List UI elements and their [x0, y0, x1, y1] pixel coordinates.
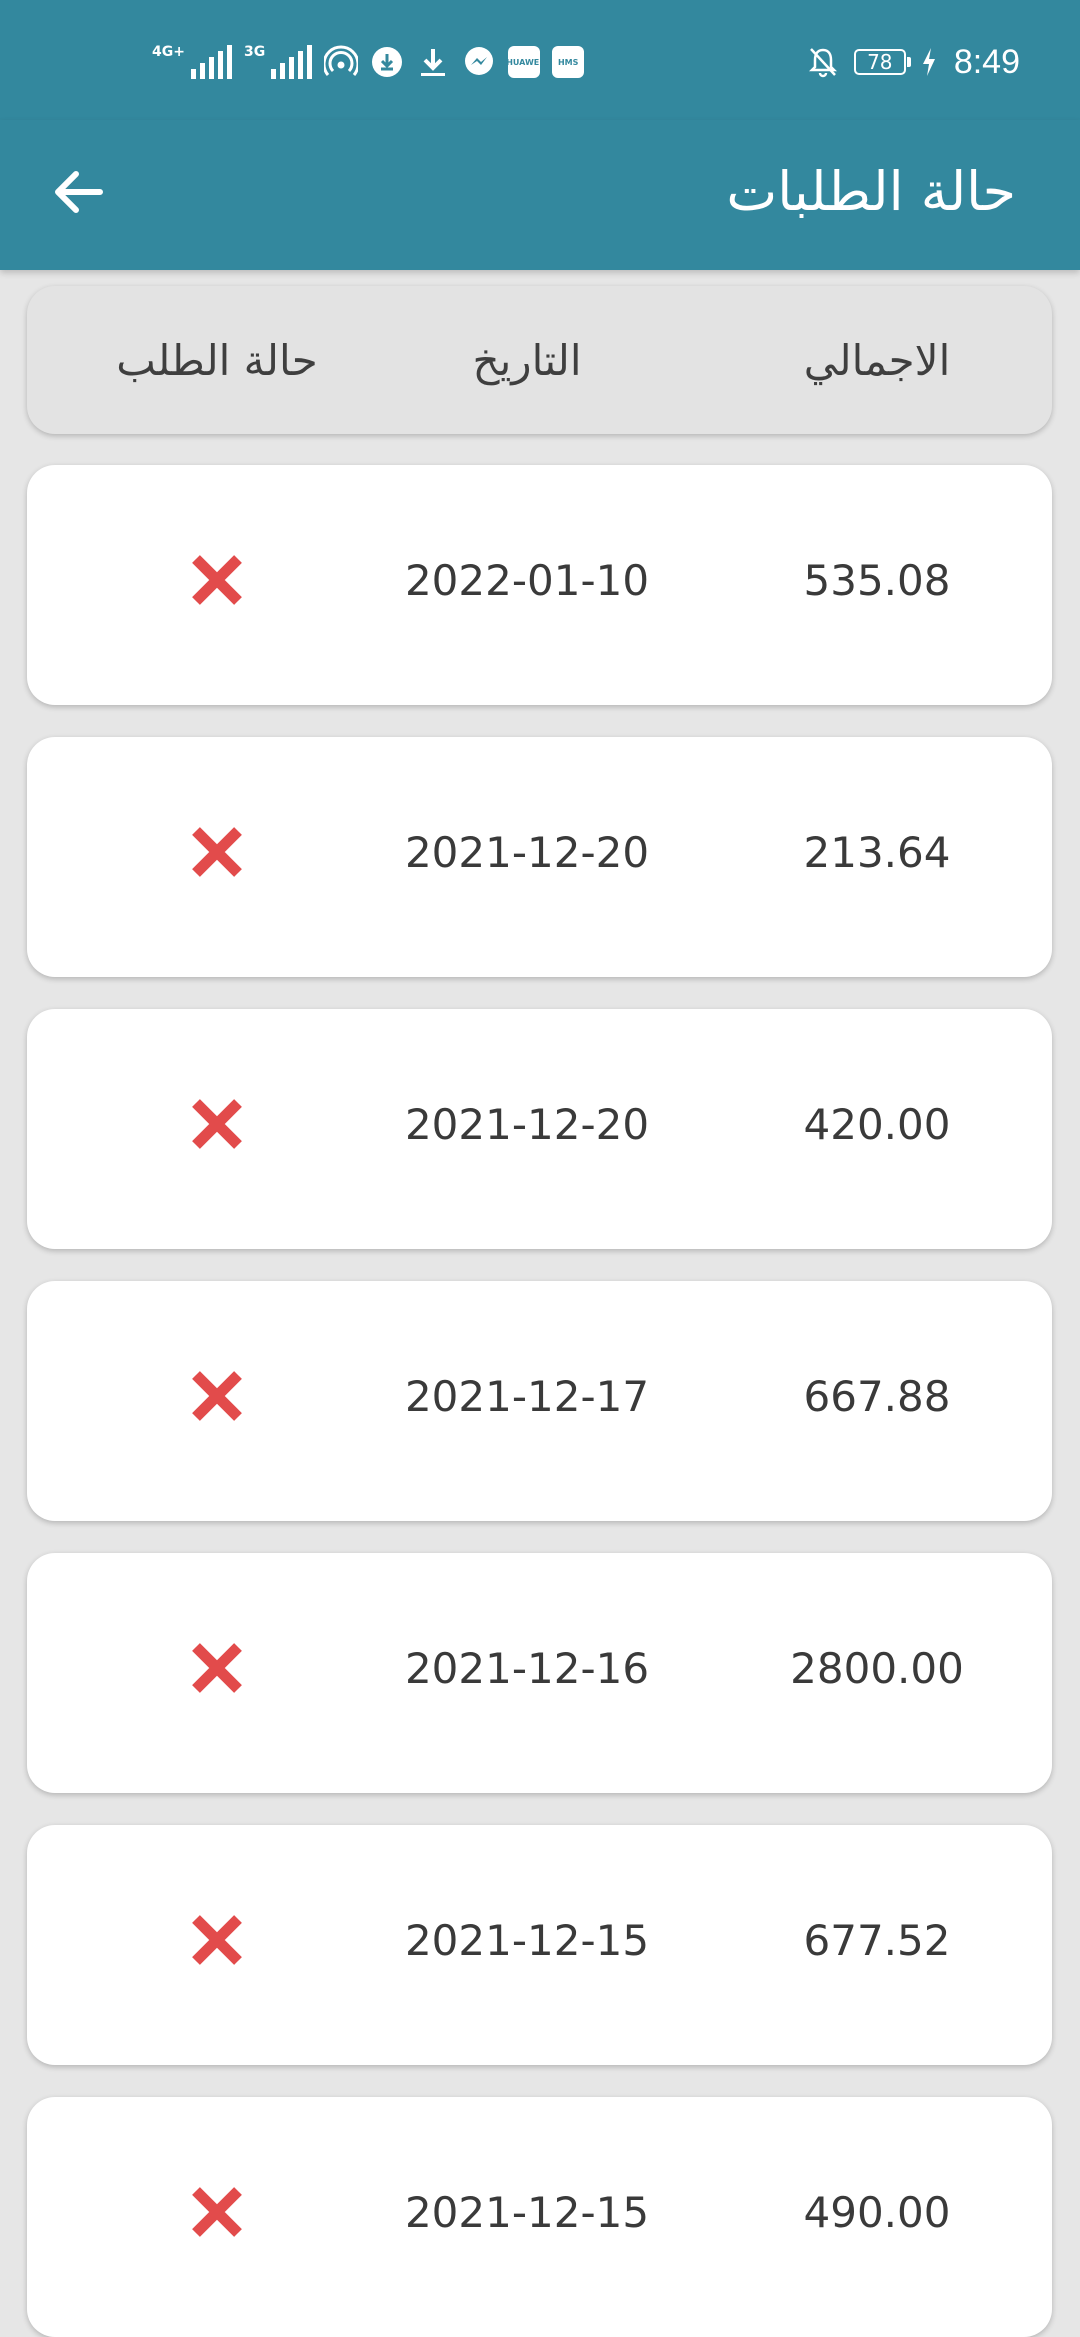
- cancelled-x-icon: [192, 555, 242, 605]
- order-total: 420.00: [803, 1099, 951, 1149]
- signal-icon: 3G: [243, 44, 313, 79]
- order-row[interactable]: 490.00 2021-12-15: [27, 2097, 1052, 2337]
- status-icons-right: 78 8:49: [806, 38, 1020, 86]
- status-icons-left: 4G+ 3G HUAWEI HMS: [152, 38, 585, 86]
- order-date: 2021-12-20: [404, 1099, 650, 1149]
- status-bar: 4G+ 3G HUAWEI HMS 78 8:49: [0, 0, 1080, 120]
- order-status: [47, 1009, 387, 1249]
- order-total: 2800.00: [790, 1643, 964, 1693]
- order-total: 535.08: [803, 555, 951, 605]
- hms-icon: HMS: [552, 46, 585, 78]
- order-row[interactable]: 2800.00 2021-12-16: [27, 1553, 1052, 1793]
- bell-off-icon: [806, 45, 840, 79]
- order-date: 2021-12-16: [404, 1643, 650, 1693]
- network-type-label: 4G+: [152, 44, 185, 60]
- download-icon: [416, 45, 450, 79]
- order-row[interactable]: 677.52 2021-12-15: [27, 1825, 1052, 2065]
- header-date: التاريخ: [472, 335, 582, 385]
- cancelled-x-icon: [192, 1371, 242, 1421]
- cancelled-x-icon: [192, 827, 242, 877]
- header-total: الاجمالي: [803, 335, 951, 385]
- order-row[interactable]: 420.00 2021-12-20: [27, 1009, 1052, 1249]
- order-date: 2021-12-20: [404, 827, 650, 877]
- table-header: الاجمالي التاريخ حالة الطلب: [27, 286, 1052, 434]
- huawei-icon: HUAWEI: [506, 46, 542, 78]
- order-row[interactable]: 213.64 2021-12-20: [27, 737, 1052, 977]
- order-total: 677.52: [803, 1915, 951, 1965]
- download-manager-icon: [370, 45, 404, 79]
- order-row[interactable]: 535.08 2022-01-10: [27, 465, 1052, 705]
- header-status: حالة الطلب: [116, 335, 318, 385]
- battery-icon: 78: [853, 49, 911, 75]
- order-total: 667.88: [803, 1371, 951, 1421]
- messenger-icon: [462, 45, 496, 79]
- order-date: 2022-01-10: [404, 555, 650, 605]
- order-status: [47, 465, 387, 705]
- order-status: [47, 1553, 387, 1793]
- order-total: 213.64: [803, 827, 951, 877]
- charging-icon: [920, 45, 938, 79]
- cancelled-x-icon: [192, 1915, 242, 1965]
- order-status: [47, 1281, 387, 1521]
- network-type-label: 3G: [243, 44, 266, 60]
- cancelled-x-icon: [192, 1099, 242, 1149]
- order-status: [47, 737, 387, 977]
- arrow-left-icon: [55, 171, 103, 213]
- cancelled-x-icon: [192, 2187, 242, 2237]
- order-status: [47, 2097, 387, 2337]
- order-row[interactable]: 667.88 2021-12-17: [27, 1281, 1052, 1521]
- page-title: حالة الطلبات: [726, 160, 1016, 223]
- order-date: 2021-12-17: [404, 1371, 650, 1421]
- clock: 8:49: [953, 42, 1020, 81]
- app-bar: حالة الطلبات: [0, 120, 1080, 270]
- order-date: 2021-12-15: [404, 1915, 650, 1965]
- order-date: 2021-12-15: [404, 2187, 650, 2237]
- back-button[interactable]: [46, 160, 110, 224]
- cancelled-x-icon: [192, 1643, 242, 1693]
- order-total: 490.00: [803, 2187, 951, 2237]
- hotspot-icon: [324, 45, 359, 79]
- order-status: [47, 1825, 387, 2065]
- signal-icon: 4G+: [152, 45, 232, 79]
